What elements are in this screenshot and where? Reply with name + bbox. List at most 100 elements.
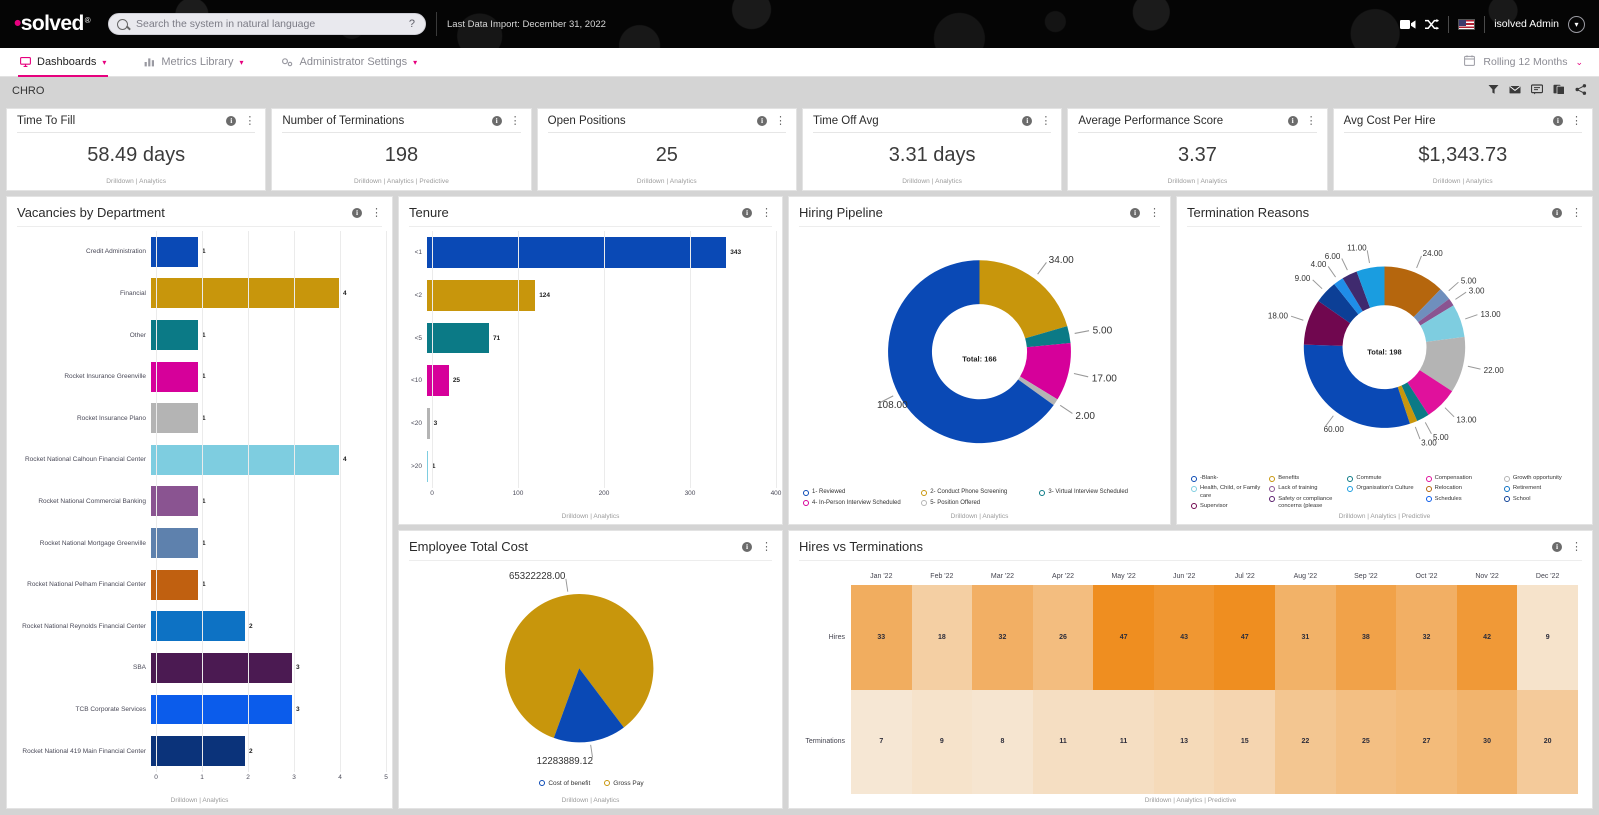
heatmap-cell[interactable]: 15 bbox=[1214, 689, 1276, 794]
bar-row[interactable]: Rocket National Calhoun Financial Center… bbox=[13, 439, 386, 481]
panel-footer-links[interactable]: Drilldown | Analytics bbox=[399, 510, 782, 524]
legend-item[interactable]: Compensation bbox=[1425, 475, 1502, 482]
video-camera-icon[interactable] bbox=[1400, 19, 1416, 30]
legend-item[interactable]: 4- In-Person Interview Scheduled bbox=[803, 500, 921, 508]
panel-footer-links[interactable]: Drilldown | Analytics bbox=[7, 794, 392, 808]
date-range-selector[interactable]: Rolling 12 Months ⌄ bbox=[1464, 55, 1587, 69]
nav-item-metrics-library[interactable]: Metrics Library ▾ bbox=[136, 48, 251, 77]
bar-fill[interactable] bbox=[151, 486, 198, 517]
legend-item[interactable]: Lack of training bbox=[1269, 485, 1345, 492]
user-menu-chevron-down-icon[interactable]: ▾ bbox=[1568, 15, 1585, 33]
panel-footer-links[interactable]: Drilldown | Analytics | Predictive bbox=[789, 794, 1592, 808]
kpi-footer-links[interactable]: Drilldown | Analytics | Predictive bbox=[282, 178, 520, 186]
bar-fill[interactable] bbox=[151, 694, 292, 725]
bar-fill[interactable] bbox=[151, 403, 198, 434]
legend-item[interactable]: Benefits bbox=[1269, 475, 1345, 482]
bar-row[interactable]: <5 71 bbox=[405, 317, 776, 360]
info-icon[interactable]: i bbox=[742, 207, 752, 218]
info-icon[interactable]: i bbox=[1552, 207, 1562, 218]
heatmap-cell[interactable]: 7 bbox=[851, 689, 912, 794]
more-options-icon[interactable]: ⋮ bbox=[371, 207, 382, 218]
bar-row[interactable]: Rocket National Commercial Banking 1 bbox=[13, 481, 386, 523]
legend-item[interactable]: Retirement bbox=[1503, 485, 1580, 492]
bar-fill[interactable] bbox=[151, 569, 198, 600]
heatmap-cell[interactable]: 31 bbox=[1275, 585, 1336, 690]
heatmap-cell[interactable]: 47 bbox=[1214, 585, 1276, 690]
info-icon[interactable]: i bbox=[1022, 116, 1033, 126]
heatmap-cell[interactable]: 20 bbox=[1517, 689, 1578, 794]
legend-item[interactable]: Relocation bbox=[1425, 485, 1502, 492]
more-options-icon[interactable]: ⋮ bbox=[1306, 116, 1317, 127]
more-options-icon[interactable]: ⋮ bbox=[761, 541, 772, 552]
legend-item[interactable]: 3- Virtual Interview Scheduled bbox=[1039, 489, 1157, 497]
bar-fill[interactable] bbox=[427, 322, 489, 354]
kpi-footer-links[interactable]: Drilldown | Analytics bbox=[1078, 178, 1316, 186]
bar-row[interactable]: Other 1 bbox=[13, 314, 386, 356]
legend-item[interactable]: Safety or compliance concerns (please bbox=[1269, 496, 1345, 510]
legend-item[interactable]: Cost of benefit bbox=[539, 780, 590, 788]
info-icon[interactable]: i bbox=[742, 541, 752, 552]
more-options-icon[interactable]: ⋮ bbox=[1571, 116, 1582, 127]
bar-row[interactable]: <2 124 bbox=[405, 274, 776, 317]
legend-item[interactable]: Organisation's Culture bbox=[1347, 485, 1423, 492]
legend-item[interactable]: Health, Child, or Family care bbox=[1191, 485, 1267, 499]
heatmap-cell[interactable]: 33 bbox=[851, 585, 912, 690]
more-options-icon[interactable]: ⋮ bbox=[1040, 116, 1051, 127]
heatmap-cell[interactable]: 25 bbox=[1335, 689, 1397, 794]
copy-icon[interactable] bbox=[1553, 82, 1565, 100]
info-icon[interactable]: i bbox=[1130, 207, 1140, 218]
info-icon[interactable]: i bbox=[491, 116, 502, 126]
legend-item[interactable]: Growth opportunity bbox=[1503, 475, 1580, 482]
kpi-footer-links[interactable]: Drilldown | Analytics bbox=[17, 178, 255, 186]
more-options-icon[interactable]: ⋮ bbox=[1149, 207, 1160, 218]
help-icon[interactable]: ? bbox=[407, 18, 417, 30]
heatmap-cell[interactable]: 13 bbox=[1153, 689, 1215, 794]
nav-item-administrator-settings[interactable]: Administrator Settings ▾ bbox=[273, 48, 425, 77]
bar-row[interactable]: <20 3 bbox=[405, 402, 776, 445]
bar-row[interactable]: <10 25 bbox=[405, 359, 776, 402]
panel-footer-links[interactable]: Drilldown | Analytics bbox=[399, 794, 782, 808]
heatmap-cell[interactable]: 32 bbox=[972, 585, 1033, 690]
legend-item[interactable]: 1- Reviewed bbox=[803, 489, 921, 497]
filter-icon[interactable] bbox=[1488, 82, 1499, 100]
donut-slice[interactable] bbox=[1303, 344, 1410, 428]
heatmap-cell[interactable]: 32 bbox=[1396, 585, 1457, 690]
mail-icon[interactable] bbox=[1509, 82, 1521, 100]
heatmap-cell[interactable]: 27 bbox=[1396, 689, 1457, 794]
legend-item[interactable]: 2- Conduct Phone Screening bbox=[921, 489, 1039, 497]
bar-fill[interactable] bbox=[427, 451, 428, 482]
bar-row[interactable]: SBA 3 bbox=[13, 647, 386, 689]
heatmap-cell[interactable]: 38 bbox=[1335, 585, 1397, 690]
bar-fill[interactable] bbox=[151, 444, 339, 475]
bar-fill[interactable] bbox=[151, 652, 292, 683]
more-options-icon[interactable]: ⋮ bbox=[761, 207, 772, 218]
heatmap-cell[interactable]: 9 bbox=[1517, 585, 1578, 690]
bar-row[interactable]: Credit Administration 1 bbox=[13, 231, 386, 273]
more-options-icon[interactable]: ⋮ bbox=[1571, 207, 1582, 218]
legend-item[interactable]: 5- Position Offered bbox=[921, 500, 1039, 508]
panel-footer-links[interactable]: Drilldown | Analytics bbox=[789, 510, 1170, 524]
bar-fill[interactable] bbox=[427, 237, 727, 268]
bar-row[interactable]: Rocket National 419 Main Financial Cente… bbox=[13, 730, 386, 772]
bar-fill[interactable] bbox=[151, 736, 245, 767]
bar-fill[interactable] bbox=[151, 528, 198, 559]
legend-item[interactable]: Gross Pay bbox=[604, 780, 644, 788]
comment-icon[interactable] bbox=[1530, 82, 1544, 100]
bar-fill[interactable] bbox=[151, 236, 198, 267]
heatmap-cell[interactable]: 42 bbox=[1456, 585, 1518, 690]
kpi-footer-links[interactable]: Drilldown | Analytics bbox=[813, 178, 1051, 186]
legend-item[interactable]: Schedules bbox=[1425, 496, 1502, 503]
bar-row[interactable]: Rocket Insurance Greenville 1 bbox=[13, 356, 386, 398]
heatmap-cell[interactable]: 8 bbox=[972, 689, 1033, 794]
bar-row[interactable]: Rocket Insurance Plano 1 bbox=[13, 397, 386, 439]
search-input[interactable] bbox=[136, 18, 407, 30]
bar-fill[interactable] bbox=[427, 408, 430, 440]
kpi-footer-links[interactable]: Drilldown | Analytics bbox=[1344, 178, 1582, 186]
donut-slice[interactable] bbox=[979, 260, 1068, 339]
heatmap-cell[interactable]: 43 bbox=[1153, 585, 1215, 690]
more-options-icon[interactable]: ⋮ bbox=[1571, 541, 1582, 552]
heatmap-cell[interactable]: 47 bbox=[1093, 585, 1154, 690]
bar-row[interactable]: Rocket National Mortgage Greenville 1 bbox=[13, 522, 386, 564]
bar-fill[interactable] bbox=[151, 278, 339, 309]
legend-item[interactable]: -Blank- bbox=[1191, 475, 1267, 482]
